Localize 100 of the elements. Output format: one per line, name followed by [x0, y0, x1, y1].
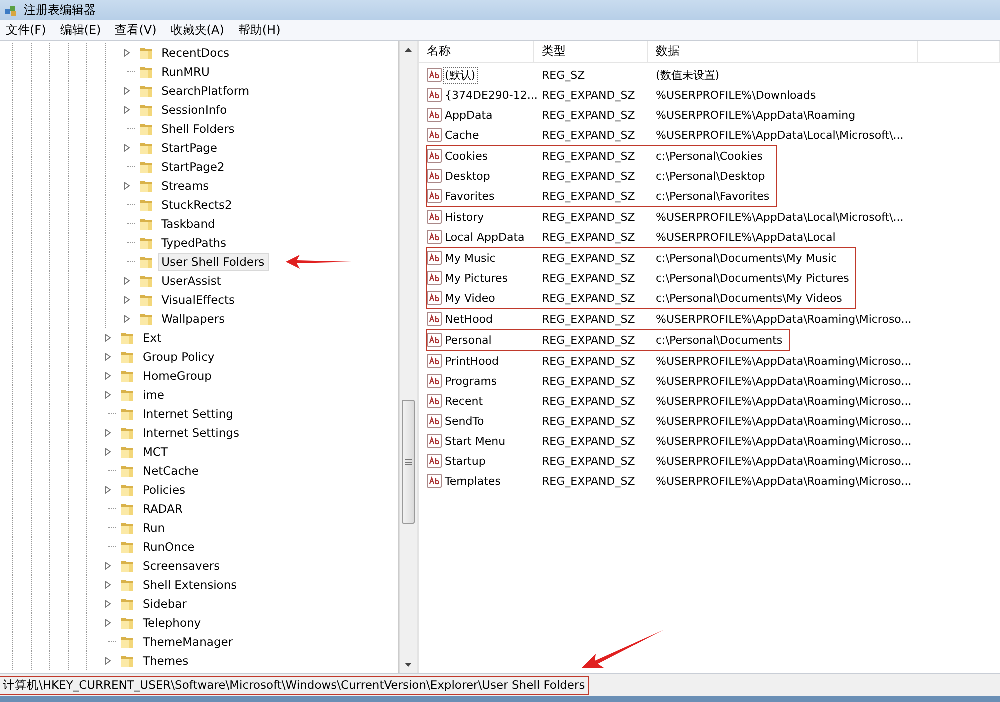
tree-item[interactable]: NetCache: [138, 462, 203, 480]
tree-item[interactable]: StuckRects2: [158, 196, 236, 214]
value-name[interactable]: Personal: [443, 332, 494, 348]
scroll-thumb[interactable]: [402, 400, 415, 524]
expand-triangle-icon[interactable]: [104, 428, 111, 436]
value-type: REG_EXPAND_SZ: [542, 272, 636, 284]
vertical-scrollbar[interactable]: [399, 41, 417, 673]
menu-item[interactable]: 文件(F): [6, 22, 46, 38]
value-name[interactable]: PrintHood: [443, 354, 502, 368]
tree-item[interactable]: Taskband: [158, 214, 220, 232]
tree-item[interactable]: TypedPaths: [158, 234, 231, 252]
value-name[interactable]: (默认): [443, 66, 478, 84]
menu-item[interactable]: 收藏夹(A): [170, 22, 224, 38]
string-value-icon: [427, 149, 442, 163]
value-name[interactable]: Programs: [443, 374, 500, 388]
value-name[interactable]: Cookies: [443, 148, 490, 164]
expand-triangle-icon[interactable]: [104, 656, 111, 664]
value-type: REG_EXPAND_SZ: [542, 334, 636, 346]
value-name[interactable]: Recent: [443, 394, 486, 408]
tree-item[interactable]: Sidebar: [138, 594, 191, 612]
tree-item[interactable]: SearchPlatform: [158, 82, 254, 100]
tree-item[interactable]: Telephony: [138, 614, 206, 632]
expand-triangle-icon[interactable]: [104, 486, 111, 494]
expand-triangle-icon[interactable]: [104, 372, 111, 380]
tree-item[interactable]: StartPage2: [158, 158, 229, 176]
value-data: %USERPROFILE%\AppData\Roaming\Microso...: [656, 354, 912, 368]
tree-item[interactable]: Run: [138, 518, 170, 536]
value-data: %USERPROFILE%\Downloads: [656, 88, 816, 102]
tree-item[interactable]: SessionInfo: [158, 100, 232, 118]
value-name[interactable]: My Pictures: [443, 270, 510, 286]
tree-item[interactable]: RecentDocs: [158, 44, 234, 62]
tree-item[interactable]: HomeGroup: [138, 366, 216, 384]
folder-icon: [138, 235, 153, 250]
value-name[interactable]: AppData: [443, 108, 495, 122]
tree-item[interactable]: Themes: [138, 652, 193, 670]
expand-triangle-icon[interactable]: [124, 144, 130, 152]
value-type: REG_EXPAND_SZ: [542, 170, 636, 182]
tree-item[interactable]: Group Policy: [138, 348, 219, 366]
tree-item[interactable]: VisualEffects: [158, 290, 239, 308]
expand-triangle-icon[interactable]: [104, 390, 111, 398]
expand-triangle-icon[interactable]: [124, 106, 130, 114]
expand-triangle-icon[interactable]: [124, 182, 130, 190]
column-header[interactable]: 类型: [534, 41, 648, 62]
column-header[interactable]: 数据: [648, 41, 918, 62]
value-name[interactable]: Templates: [443, 474, 503, 488]
value-name[interactable]: Cache: [443, 128, 482, 142]
tree-item[interactable]: Internet Settings: [138, 424, 244, 442]
value-name[interactable]: Desktop: [443, 168, 492, 184]
value-name[interactable]: Startup: [443, 454, 488, 468]
tree-item[interactable]: StartPage: [158, 138, 222, 156]
expand-triangle-icon[interactable]: [124, 314, 130, 322]
folder-icon: [120, 577, 134, 592]
value-type: REG_EXPAND_SZ: [542, 454, 636, 468]
value-name[interactable]: Start Menu: [443, 434, 508, 448]
value-name[interactable]: My Video: [443, 290, 498, 306]
tree-item[interactable]: Ext: [138, 328, 166, 346]
expand-triangle-icon[interactable]: [124, 296, 130, 304]
tree-item[interactable]: RunOnce: [138, 538, 199, 556]
scroll-up-icon[interactable]: [405, 48, 412, 52]
value-name[interactable]: SendTo: [443, 414, 486, 428]
expand-triangle-icon[interactable]: [124, 48, 130, 56]
tree-item[interactable]: Shell Folders: [158, 120, 239, 138]
expand-triangle-icon[interactable]: [104, 448, 111, 456]
tree-item[interactable]: ime: [138, 386, 168, 404]
value-name[interactable]: My Music: [443, 250, 498, 266]
expand-triangle-icon[interactable]: [124, 276, 130, 284]
folder-icon: [120, 444, 134, 459]
menu-item[interactable]: 编辑(E): [60, 22, 102, 38]
column-header[interactable]: 名称: [419, 41, 534, 62]
value-name[interactable]: NetHood: [443, 312, 496, 326]
expand-triangle-icon[interactable]: [104, 580, 111, 588]
tree-item[interactable]: Internet Setting: [138, 404, 238, 422]
tree-item[interactable]: UserAssist: [158, 272, 226, 290]
expand-triangle-icon[interactable]: [104, 600, 111, 608]
tree-item[interactable]: Policies: [138, 480, 190, 498]
value-name[interactable]: History: [443, 210, 486, 224]
tree-item[interactable]: MCT: [138, 442, 172, 460]
scroll-down-icon[interactable]: [405, 662, 412, 666]
tree-item[interactable]: ThemeManager: [138, 632, 238, 650]
expand-triangle-icon[interactable]: [104, 618, 111, 626]
menu-item[interactable]: 查看(V): [115, 22, 157, 38]
value-name[interactable]: {374DE290-12...: [443, 88, 540, 102]
string-value-icon: [427, 108, 442, 122]
tree-item[interactable]: Shell Extensions: [138, 576, 242, 594]
tree-item[interactable]: Streams: [158, 176, 214, 194]
tree-item[interactable]: Wallpapers: [158, 310, 230, 328]
tree-item[interactable]: User Shell Folders: [158, 252, 269, 270]
menu-item[interactable]: 帮助(H): [238, 22, 281, 38]
value-type: REG_EXPAND_SZ: [542, 292, 636, 304]
folder-icon: [120, 349, 134, 364]
expand-triangle-icon[interactable]: [104, 334, 111, 342]
value-name[interactable]: Local AppData: [443, 230, 527, 244]
expand-triangle-icon[interactable]: [104, 352, 111, 360]
tree-item[interactable]: Screensavers: [138, 556, 224, 574]
tree-item[interactable]: RunMRU: [158, 62, 214, 80]
expand-triangle-icon[interactable]: [124, 86, 130, 94]
expand-triangle-icon[interactable]: [104, 562, 111, 570]
tree-item[interactable]: RADAR: [138, 500, 187, 518]
value-type: REG_SZ: [542, 68, 586, 82]
value-name[interactable]: Favorites: [443, 188, 497, 204]
